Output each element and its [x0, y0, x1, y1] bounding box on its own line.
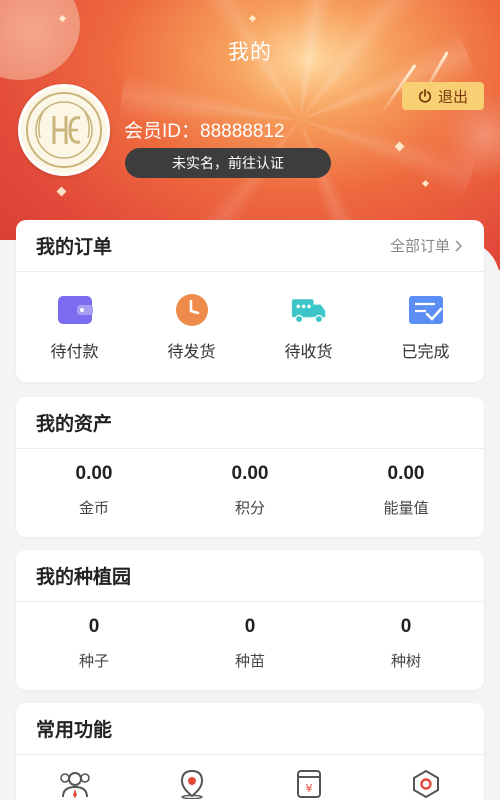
order-label: 待收货: [284, 342, 333, 361]
garden-seeds[interactable]: 0 种子: [29, 616, 159, 671]
asset-energy[interactable]: 0.00 能量值: [341, 463, 471, 518]
member-id: 会员ID：88888812: [124, 121, 285, 142]
sparkle-decoration: [56, 186, 67, 197]
garden-value: 0: [400, 616, 412, 637]
functions-card: 常用功能 ¥: [16, 703, 484, 800]
orders-card-header: 我的订单 全部订单: [16, 220, 484, 272]
garden-card-header: 我的种植园: [16, 550, 484, 602]
asset-label: 金币: [78, 499, 109, 517]
asset-label: 能量值: [383, 499, 429, 517]
order-pending-shipment[interactable]: 待发货: [142, 292, 242, 362]
order-pending-receipt[interactable]: 待收货: [259, 292, 359, 362]
garden-label: 种子: [78, 652, 109, 670]
truck-icon: [291, 299, 325, 324]
yuan-jar-icon: ¥: [296, 770, 321, 798]
garden-card: 我的种植园 0 种子 0 种苗 0 种树: [16, 550, 484, 690]
avatar[interactable]: [18, 84, 110, 176]
order-label: 待发货: [167, 342, 216, 361]
orders-card: 我的订单 全部订单 待付款 待发货 待收货 已完成: [16, 220, 484, 382]
asset-label: 积分: [234, 499, 265, 517]
garden-label: 种苗: [234, 652, 265, 670]
asset-value: 0.00: [231, 463, 269, 484]
team-icon: [59, 772, 90, 798]
logout-button[interactable]: 退出: [402, 82, 484, 110]
function-wallet[interactable]: ¥: [259, 769, 359, 799]
garden-trees[interactable]: 0 种树: [341, 616, 471, 671]
garden-title: 我的种植园: [36, 566, 132, 588]
function-address[interactable]: [142, 769, 242, 799]
order-completed[interactable]: 已完成: [376, 292, 476, 362]
all-orders-label: 全部订单: [389, 237, 450, 255]
wallet-icon: [57, 296, 93, 324]
orders-title: 我的订单: [36, 236, 113, 258]
verify-button[interactable]: 未实名，前往认证: [125, 148, 331, 178]
settings-hex-icon: [412, 769, 439, 799]
order-label: 已完成: [401, 342, 450, 361]
page-title: 我的: [228, 40, 272, 64]
assets-title: 我的资产: [36, 413, 113, 435]
power-icon: [418, 89, 432, 103]
garden-value: 0: [244, 616, 256, 637]
function-settings[interactable]: [376, 769, 476, 799]
logout-label: 退出: [437, 87, 468, 106]
order-pending-payment[interactable]: 待付款: [25, 292, 125, 362]
svg-text:¥: ¥: [305, 782, 312, 795]
function-team[interactable]: [25, 769, 125, 799]
functions-title: 常用功能: [36, 719, 113, 741]
garden-seedlings[interactable]: 0 种苗: [185, 616, 315, 671]
all-orders-link[interactable]: 全部订单: [390, 235, 464, 256]
order-label: 待付款: [50, 342, 99, 361]
garden-label: 种树: [390, 652, 421, 670]
functions-card-header: 常用功能: [16, 703, 484, 755]
club-logo-icon: [26, 92, 102, 168]
assets-card-header: 我的资产: [16, 397, 484, 449]
asset-points[interactable]: 0.00 积分: [185, 463, 315, 518]
asset-value: 0.00: [75, 463, 113, 484]
garden-value: 0: [88, 616, 100, 637]
asset-gold-coins[interactable]: 0.00 金币: [29, 463, 159, 518]
chevron-right-icon: [455, 239, 463, 252]
assets-card: 我的资产 0.00 金币 0.00 积分 0.00 能量值: [16, 397, 484, 537]
clock-icon: [175, 294, 208, 326]
completed-doc-icon: [408, 296, 443, 324]
asset-value: 0.00: [387, 463, 425, 484]
location-icon: [180, 769, 203, 799]
